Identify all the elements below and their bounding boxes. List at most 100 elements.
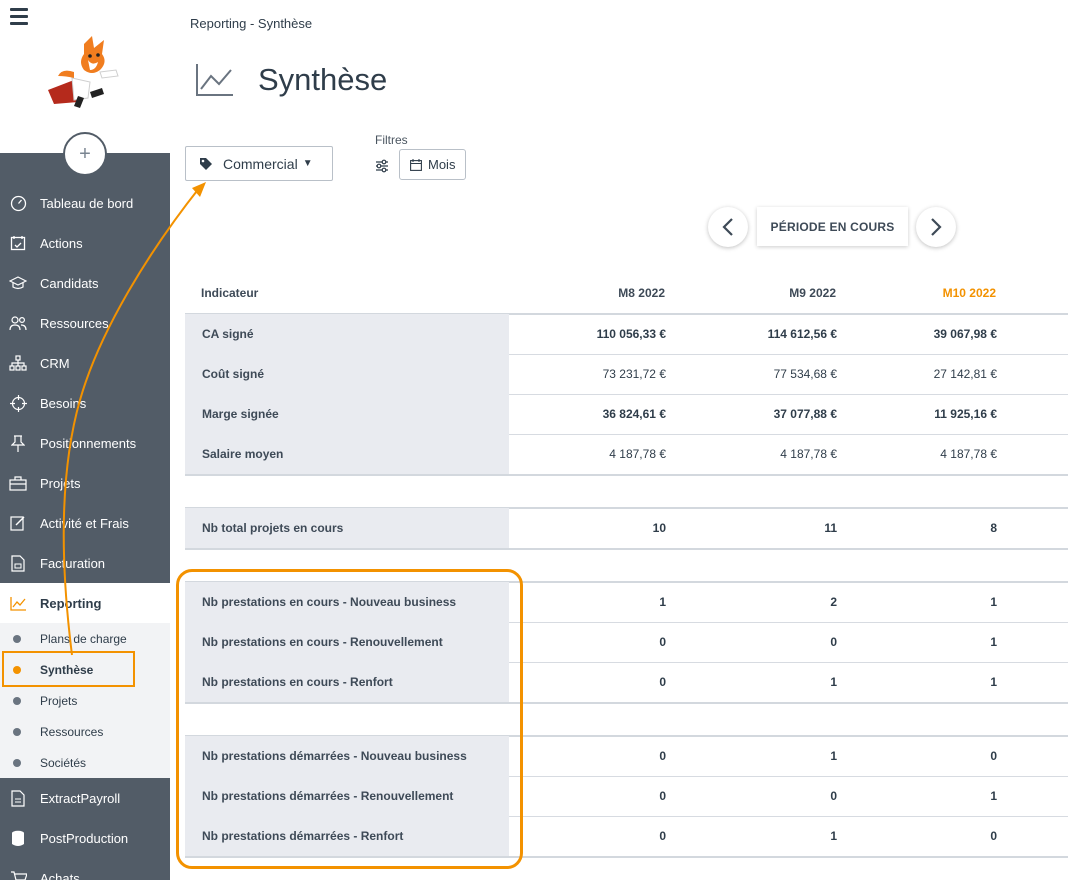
cell-m8: 110 056,33 € [596, 327, 666, 341]
sidebar-item-candidats[interactable]: Candidats [0, 263, 170, 303]
cell-m9: 4 187,78 € [780, 447, 837, 461]
sidebar-item-positionnements[interactable]: Positionnements [0, 423, 170, 463]
dropdown-label: Commercial [223, 155, 298, 172]
cell-m10: 1 [990, 789, 997, 803]
submenu-item-projets[interactable]: Projets [0, 685, 170, 716]
submenu-item-label: Projets [40, 693, 78, 708]
sidebar-item-reporting[interactable]: Reporting [0, 583, 170, 623]
next-period-button[interactable] [916, 207, 956, 247]
sidebar-item-actions[interactable]: Actions [0, 223, 170, 263]
submenu-item-label: Ressources [40, 724, 104, 739]
file-icon [8, 788, 28, 808]
cell-m9: 114 612,56 € [767, 327, 837, 341]
cell-m8: 0 [659, 829, 666, 843]
cell-m9: 1 [830, 675, 837, 689]
divider [185, 548, 1068, 550]
row-label: Nb total projets en cours [185, 508, 509, 548]
rows-highlight-box [176, 569, 523, 869]
cart-icon [8, 868, 28, 880]
submenu-item-label: Plans de charge [40, 631, 127, 646]
sidebar-item-label: Besoins [40, 395, 87, 411]
pin-icon [8, 433, 28, 453]
table-row: Marge signée 36 824,61 € 37 077,88 € 11 … [185, 394, 1068, 434]
cell-m8: 0 [659, 789, 666, 803]
sidebar-item-label: Reporting [40, 595, 102, 611]
bullet-icon [13, 696, 21, 705]
cell-m8: 1 [659, 595, 666, 609]
mois-filter-button[interactable]: Mois [399, 149, 466, 180]
sidebar-item-tableau-de-bord[interactable]: Tableau de bord [0, 183, 170, 223]
cell-m10: 1 [990, 675, 997, 689]
table-row: Nb total projets en cours 10 11 8 [185, 508, 1068, 548]
cell-m9: 77 534,68 € [773, 367, 837, 381]
cell-m8: 0 [659, 675, 666, 689]
hamburger-menu-icon[interactable] [10, 8, 28, 26]
sidebar-item-label: Achats [40, 870, 80, 880]
sidebar-item-label: Actions [40, 235, 83, 251]
sidebar-header [0, 0, 170, 153]
sidebar-item-crm[interactable]: CRM [0, 343, 170, 383]
cell-m10: 4 187,78 € [940, 447, 997, 461]
reporting-submenu: Plans de charge Synthèse Projets Ressour… [0, 623, 170, 778]
dashboard-icon [8, 193, 28, 213]
org-chart-icon [8, 353, 28, 373]
cell-m8: 10 [652, 521, 666, 535]
table-row: Coût signé 73 231,72 € 77 534,68 € 27 14… [185, 354, 1068, 394]
fox-mascot-logo [48, 36, 119, 108]
column-header-m9[interactable]: M9 2022 [789, 286, 836, 300]
sidebar-item-activite-et-frais[interactable]: Activité et Frais [0, 503, 170, 543]
sidebar-item-extractpayroll[interactable]: ExtractPayroll [0, 778, 170, 818]
sidebar-item-label: Positionnements [40, 435, 137, 451]
row-label: CA signé [185, 314, 509, 354]
cell-m9: 2 [830, 595, 837, 609]
row-label: Coût signé [185, 354, 509, 394]
chevron-left-icon [722, 218, 733, 236]
filters-label: Filtres [375, 133, 408, 147]
sidebar-item-ressources[interactable]: Ressources [0, 303, 170, 343]
submenu-item-societes[interactable]: Sociétés [0, 747, 170, 778]
bullet-icon [13, 758, 21, 767]
submenu-item-ressources[interactable]: Ressources [0, 716, 170, 747]
page-title: Synthèse [258, 62, 388, 97]
cell-m10: 1 [990, 635, 997, 649]
sidebar-item-projets[interactable]: Projets [0, 463, 170, 503]
sidebar-item-label: Activité et Frais [40, 515, 129, 531]
sidebar-item-label: Candidats [40, 275, 99, 291]
synthese-highlight-box [2, 651, 135, 687]
breadcrumb: Reporting - Synthèse [190, 16, 313, 31]
sidebar-item-label: Ressources [40, 315, 109, 331]
sidebar-item-label: ExtractPayroll [40, 790, 121, 806]
cell-m10: 39 067,98 € [933, 327, 997, 341]
cell-m9: 0 [830, 635, 837, 649]
submenu-item-plans-de-charge[interactable]: Plans de charge [0, 623, 170, 654]
cell-m9: 0 [830, 789, 837, 803]
sidebar-item-besoins[interactable]: Besoins [0, 383, 170, 423]
commercial-dropdown[interactable]: Commercial ▼ [185, 146, 333, 181]
crosshair-icon [8, 393, 28, 413]
cell-m9: 11 [824, 521, 837, 535]
briefcase-icon [8, 473, 28, 493]
caret-down-icon: ▼ [302, 158, 313, 169]
sidebar-item-facturation[interactable]: Facturation [0, 543, 170, 583]
submenu-item-label: Sociétés [40, 755, 87, 770]
people-icon [8, 313, 28, 333]
cell-m8: 73 231,72 € [602, 367, 666, 381]
sliders-icon[interactable] [375, 159, 389, 173]
cell-m10: 0 [990, 749, 997, 763]
cell-m9: 1 [830, 829, 837, 843]
sidebar-item-postproduction[interactable]: PostProduction [0, 818, 170, 858]
sidebar-item-label: PostProduction [40, 830, 129, 846]
sidebar-item-achats[interactable]: Achats [0, 858, 170, 880]
row-label: Salaire moyen [185, 434, 509, 474]
add-button[interactable]: + [63, 132, 107, 176]
column-header-indicateur: Indicateur [201, 286, 259, 300]
column-header-m10[interactable]: M10 2022 [943, 286, 996, 300]
current-period-button[interactable]: PÉRIODE EN COURS [757, 207, 908, 246]
cell-m10: 27 142,81 € [933, 367, 997, 381]
previous-period-button[interactable] [708, 207, 748, 247]
cell-m10: 8 [990, 521, 997, 535]
sidebar-item-label: Projets [40, 475, 81, 491]
column-header-m8[interactable]: M8 2022 [618, 286, 665, 300]
tag-icon [200, 157, 212, 170]
cell-m9: 37 077,88 € [773, 407, 837, 421]
